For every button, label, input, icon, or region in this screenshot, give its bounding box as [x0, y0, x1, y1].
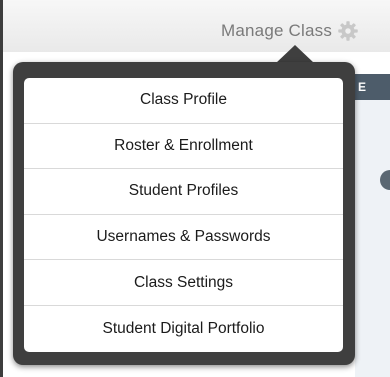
- manage-class-button[interactable]: Manage Class: [221, 18, 359, 44]
- background-content-strip: [355, 74, 390, 377]
- menu-item-roster-enrollment[interactable]: Roster & Enrollment: [24, 124, 343, 170]
- popover-caret: [276, 45, 314, 63]
- gear-icon: [338, 21, 358, 41]
- manage-class-menu: Class Profile Roster & Enrollment Studen…: [24, 78, 343, 352]
- menu-item-class-profile[interactable]: Class Profile: [24, 78, 343, 124]
- background-header-fragment: E: [358, 80, 367, 94]
- menu-item-student-digital-portfolio[interactable]: Student Digital Portfolio: [24, 306, 343, 352]
- menu-item-usernames-passwords[interactable]: Usernames & Passwords: [24, 215, 343, 261]
- menu-item-student-profiles[interactable]: Student Profiles: [24, 169, 343, 215]
- page-left-edge: [0, 0, 3, 377]
- menu-item-class-settings[interactable]: Class Settings: [24, 260, 343, 306]
- manage-class-label: Manage Class: [221, 21, 333, 40]
